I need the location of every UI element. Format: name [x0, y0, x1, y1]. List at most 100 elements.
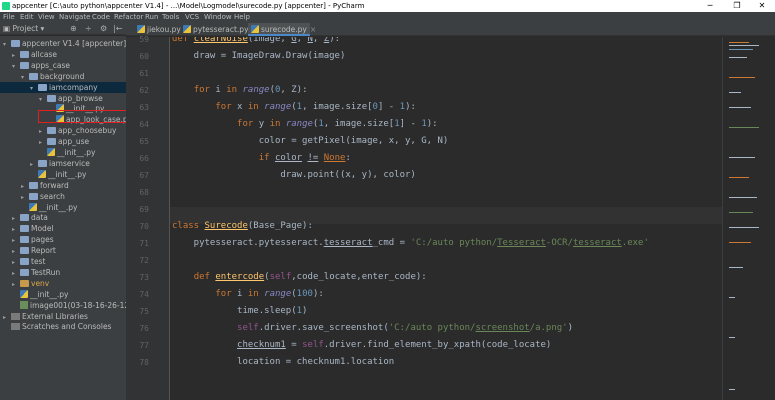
- folder-icon: [11, 40, 20, 47]
- pycharm-icon: [2, 2, 10, 10]
- menu-code[interactable]: Code: [92, 12, 110, 23]
- tree-item[interactable]: ▾appcenter V1.4 [appcenter] C:\auto: [3, 38, 126, 49]
- library-icon: [11, 323, 20, 331]
- line-number: 72: [139, 256, 149, 265]
- line-number: 66: [139, 154, 149, 163]
- tree-item[interactable]: ▸ forward: [21, 180, 69, 191]
- folder-icon: [20, 268, 29, 276]
- expand-arrow-icon[interactable]: ▾: [30, 83, 38, 94]
- tree-item[interactable]: ▸ iamservice: [30, 158, 90, 169]
- tree-item-label: __init__.py: [30, 289, 69, 299]
- editor-minimap-scrollbar[interactable]: [722, 37, 775, 400]
- menu-tools[interactable]: Tools: [162, 12, 179, 23]
- project-panel-header: ▣ Project ▾ ⊕ ÷ ⚙ |←: [0, 23, 126, 35]
- line-number: 68: [139, 188, 149, 197]
- code-line[interactable]: for i in range(0, Z):: [172, 82, 308, 99]
- minimap-mark: [729, 177, 749, 178]
- code-line[interactable]: for i in range(100):: [172, 286, 323, 303]
- folder-icon: [20, 61, 29, 69]
- tree-item-label: data: [31, 213, 48, 223]
- tree-item[interactable]: ▸ External Libraries: [3, 311, 88, 322]
- folder-icon: [20, 214, 29, 222]
- folder-icon: [47, 127, 56, 135]
- tree-item[interactable]: ▸ search: [21, 191, 65, 202]
- line-number: 74: [139, 290, 149, 299]
- code-line[interactable]: time.sleep(1): [172, 303, 307, 320]
- tree-item[interactable]: ▾ apps_case: [12, 60, 70, 71]
- tree-item[interactable]: image001(03-18-16-26-12).png: [12, 300, 126, 311]
- minimize-button[interactable]: ─: [697, 0, 723, 12]
- code-line[interactable]: self.driver.save_screenshot('C:/auto pyt…: [172, 320, 573, 337]
- tree-item-label: image001(03-18-16-26-12).png: [30, 300, 126, 310]
- menu-window[interactable]: Window: [204, 12, 232, 23]
- code-line[interactable]: def clearNoise(image, G, N, Z):: [172, 37, 340, 48]
- tree-item[interactable]: ▸ venv: [12, 278, 49, 289]
- minimap-mark: [729, 337, 735, 338]
- tree-item-label: app_use: [58, 137, 90, 147]
- code-line[interactable]: draw = ImageDraw.Draw(image): [172, 48, 346, 65]
- menu-refactor[interactable]: Refactor: [114, 12, 143, 23]
- line-number: 59: [139, 35, 149, 44]
- tree-item[interactable]: ▸ allcase: [12, 49, 57, 60]
- minimap-mark: [729, 107, 751, 108]
- tree-item[interactable]: __init__.py: [21, 202, 77, 213]
- gear-icon[interactable]: ⚙: [100, 23, 107, 35]
- tab-pytesseract[interactable]: pytesseract.py×: [180, 23, 258, 36]
- code-line[interactable]: pytesseract.pytesseract.tesseract_cmd = …: [172, 235, 649, 252]
- menu-vcs[interactable]: VCS: [185, 12, 199, 23]
- tree-item[interactable]: ▾ background: [21, 71, 84, 82]
- code-line[interactable]: if color != None:: [172, 150, 351, 167]
- menu-file[interactable]: File: [3, 12, 15, 23]
- menu-navigate[interactable]: Navigate: [59, 12, 90, 23]
- code-editor[interactable]: def clearNoise(image, G, N, Z): draw = I…: [170, 37, 722, 400]
- code-line[interactable]: checknum1 = self.driver.find_element_by_…: [172, 337, 551, 354]
- menu-edit[interactable]: Edit: [20, 12, 34, 23]
- tree-item[interactable]: ▸ app_choosebuy: [39, 125, 116, 136]
- code-line[interactable]: location = checknum1.location: [172, 354, 394, 371]
- editor-tabs: jiekou.py pytesseract.py× surecode.py×: [126, 23, 775, 36]
- folder-icon: [29, 192, 38, 200]
- menu-view[interactable]: View: [38, 12, 55, 23]
- menu-help[interactable]: Help: [234, 12, 250, 23]
- tree-item-label: forward: [40, 180, 69, 190]
- line-number: 60: [139, 52, 149, 61]
- tree-item[interactable]: ▸ data: [12, 212, 48, 223]
- line-number: 78: [139, 358, 149, 367]
- code-line[interactable]: for x in range(1, image.size[0] - 1):: [172, 99, 416, 116]
- tree-item[interactable]: __init__.py: [39, 147, 95, 158]
- tree-item-label: appcenter V1.4 [appcenter]: [22, 39, 126, 48]
- hide-icon[interactable]: |←: [113, 23, 122, 35]
- close-tab-icon[interactable]: ×: [310, 25, 316, 34]
- tree-item[interactable]: ▸ app_use: [39, 136, 89, 147]
- folder-icon: [47, 138, 56, 146]
- code-line[interactable]: def entercode(self,code_locate,enter_cod…: [172, 269, 427, 286]
- code-line[interactable]: color = getPixel(image, x, y, G, N): [172, 133, 449, 150]
- tree-item[interactable]: ▾ app_browse: [39, 93, 103, 104]
- tree-item[interactable]: Scratches and Consoles: [3, 321, 111, 332]
- expand-arrow-icon[interactable]: ▾: [3, 39, 11, 50]
- code-line[interactable]: for y in range(1, image.size[1] - 1):: [172, 116, 438, 133]
- close-button[interactable]: ✕: [749, 0, 775, 12]
- tree-item[interactable]: __init__.py: [12, 289, 68, 300]
- tree-item[interactable]: ▸ test: [12, 256, 45, 267]
- expand-arrow-icon[interactable]: ▾: [39, 94, 47, 105]
- expand-arrow-icon[interactable]: ▾: [12, 61, 20, 72]
- locate-icon[interactable]: ⊕: [70, 23, 77, 35]
- line-number: 73: [139, 273, 149, 282]
- tree-item[interactable]: ▸ Model: [12, 223, 54, 234]
- tree-item[interactable]: ▸ Report: [12, 245, 56, 256]
- tree-item[interactable]: ▾ iamcompany: [30, 82, 98, 93]
- tree-item[interactable]: __init__.py: [30, 169, 86, 180]
- python-file-icon: [251, 25, 259, 33]
- collapse-icon[interactable]: ÷: [85, 23, 92, 35]
- tree-item[interactable]: ▸ pages: [12, 234, 54, 245]
- code-line[interactable]: draw.point((x, y), color): [172, 167, 415, 184]
- project-view-selector[interactable]: ▣ Project ▾: [3, 23, 44, 35]
- tree-item-label: apps_case: [31, 60, 71, 70]
- code-line[interactable]: class Surecode(Base_Page):: [172, 218, 313, 235]
- tab-surecode[interactable]: surecode.py ×: [248, 23, 316, 36]
- maximize-button[interactable]: ❐: [724, 0, 750, 12]
- title-bar: appcenter [C:\auto python\appcenter V1.4…: [0, 0, 775, 12]
- menu-run[interactable]: Run: [145, 12, 158, 23]
- tree-item[interactable]: ▸ TestRun: [12, 267, 60, 278]
